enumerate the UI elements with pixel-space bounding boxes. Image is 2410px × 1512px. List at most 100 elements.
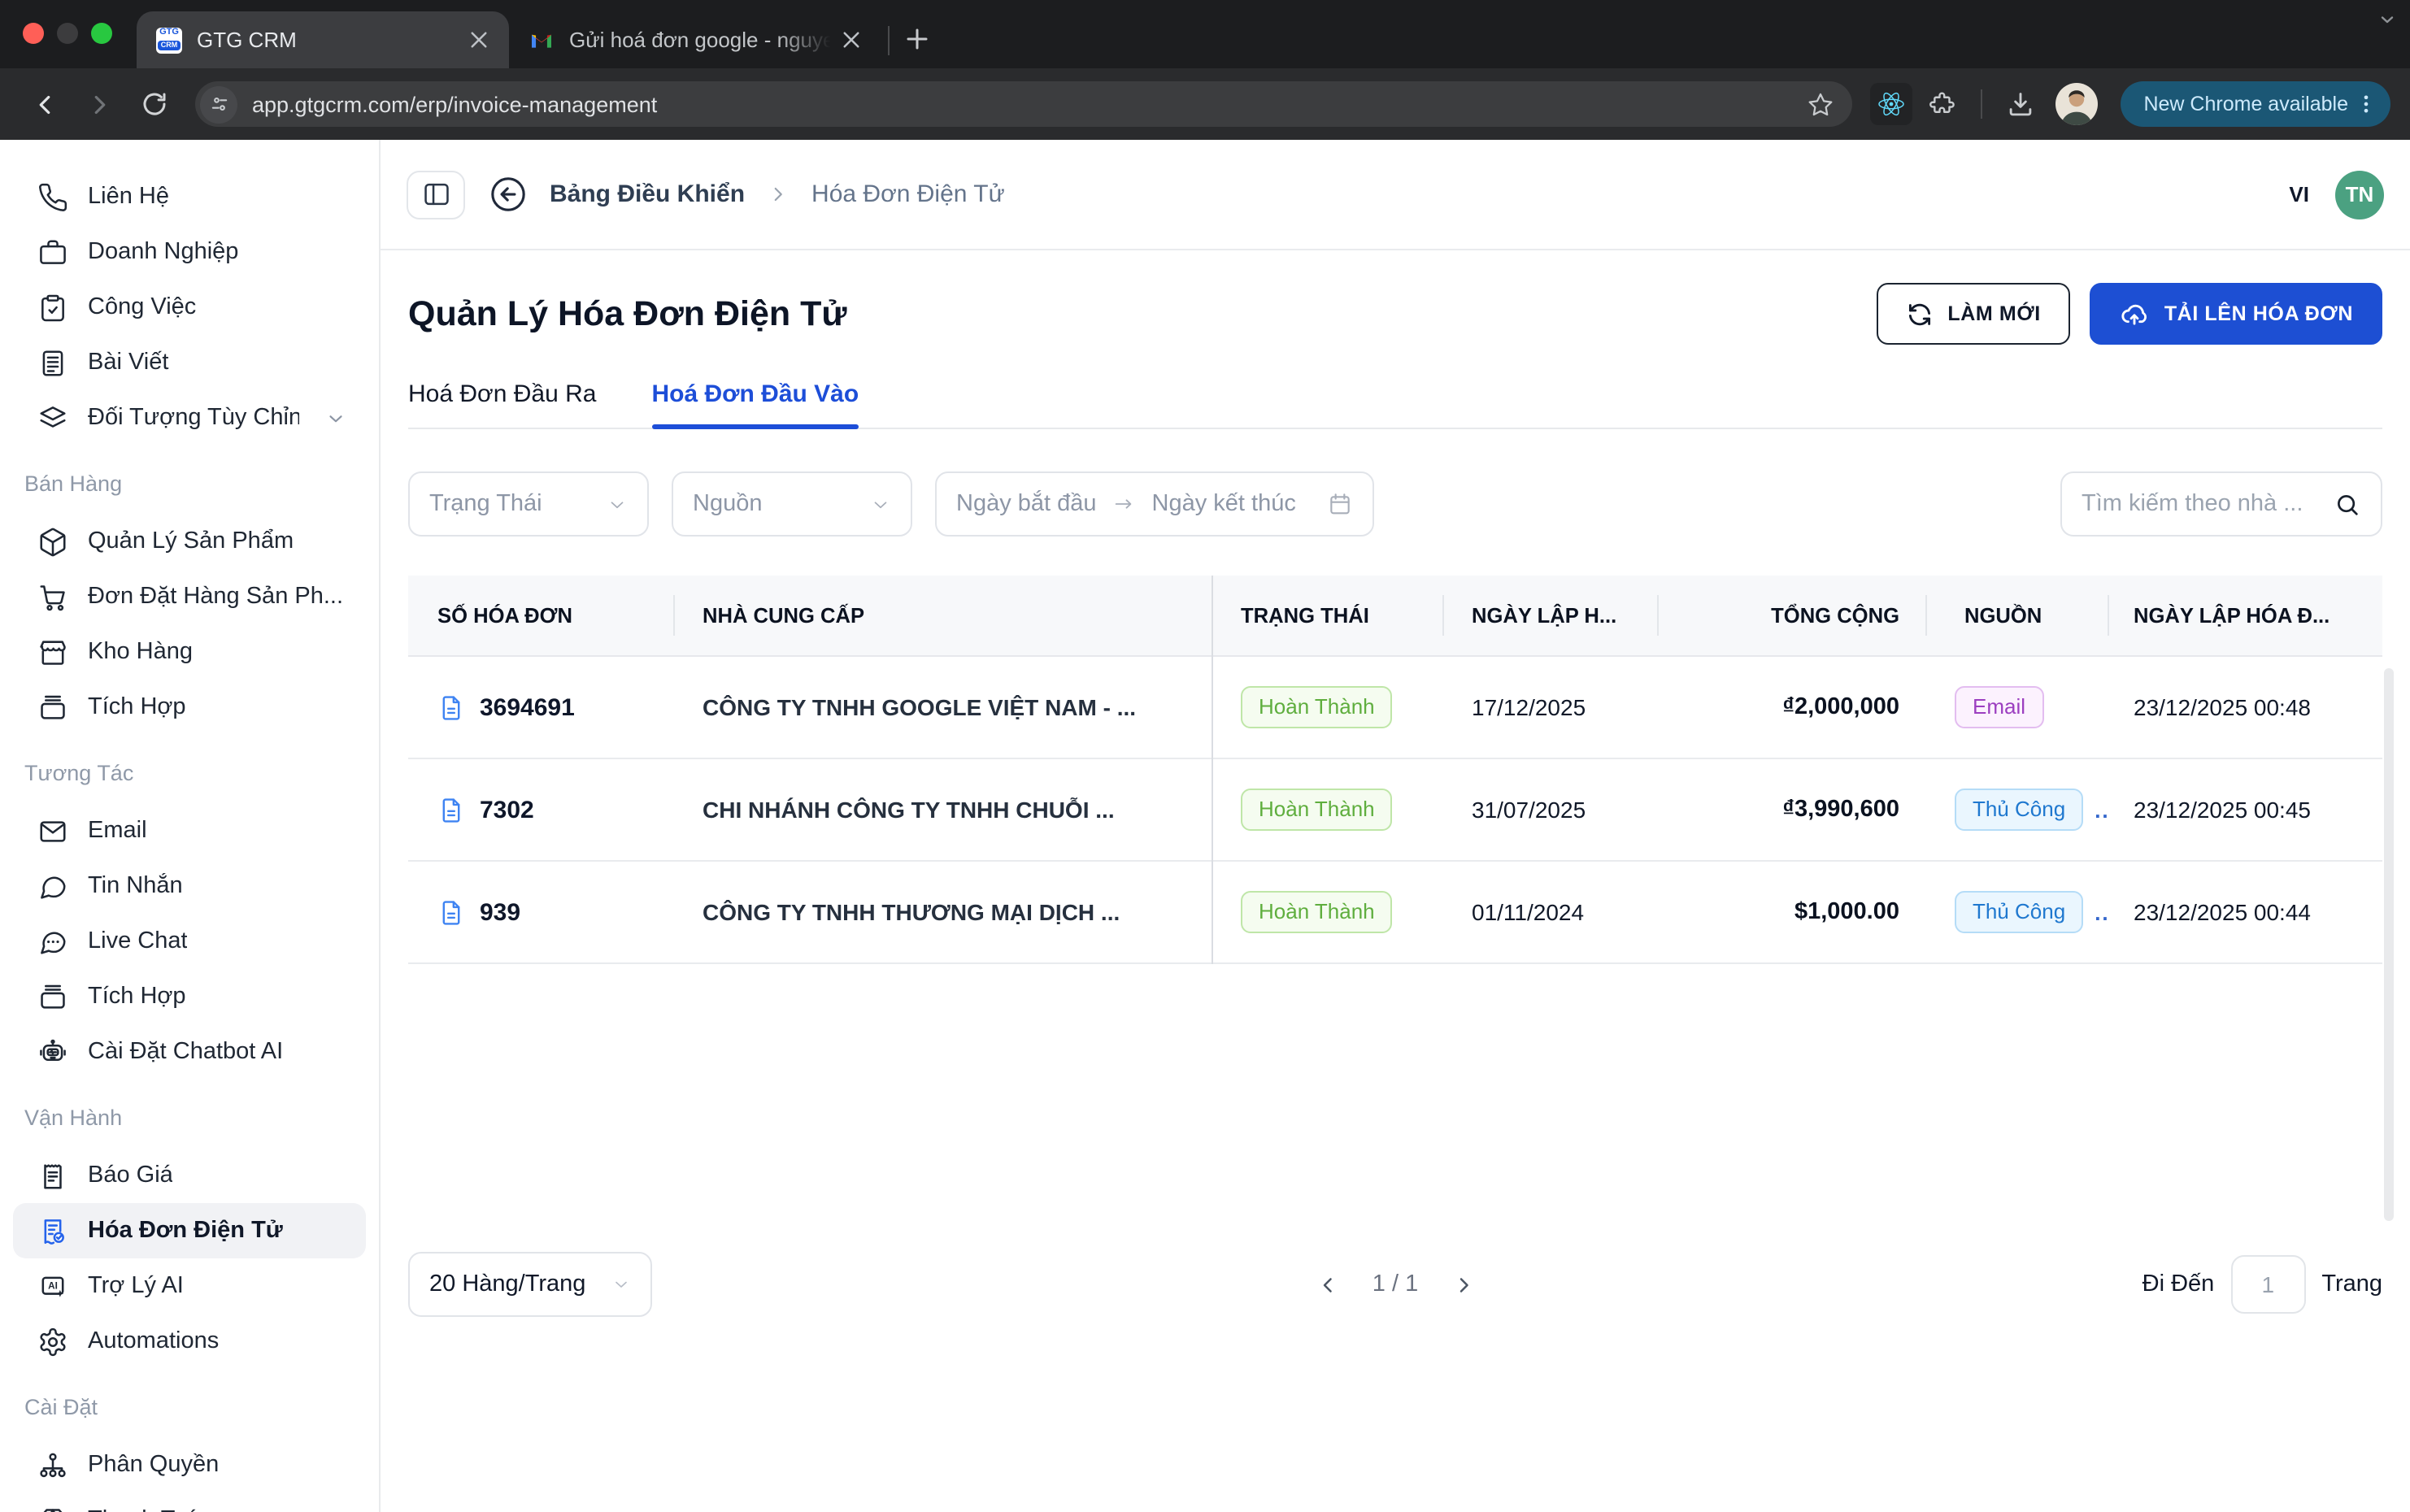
tab-output-invoices[interactable]: Hoá Đơn Đầu Ra <box>408 380 596 428</box>
sidebar-item-tich-hop-2[interactable]: Tích Hợp <box>13 969 366 1024</box>
downloads-icon[interactable] <box>1997 81 2042 127</box>
sidebar-item-don-dat-hang[interactable]: Đơn Đặt Hàng Sản Ph... <box>13 569 366 624</box>
clipboard-check-icon <box>37 292 68 323</box>
column-header-status[interactable]: TRẠNG THÁI <box>1212 576 1442 655</box>
close-tab-icon[interactable] <box>836 25 865 54</box>
react-devtools-icon[interactable] <box>1868 81 1914 127</box>
sidebar-item-cong-viec[interactable]: Công Việc <box>13 280 366 335</box>
new-tab-button[interactable] <box>896 18 938 60</box>
sidebar-toggle-button[interactable] <box>407 170 465 219</box>
language-switcher[interactable]: VI <box>2289 182 2309 206</box>
goto-page-input[interactable] <box>2230 1255 2306 1314</box>
sidebar-item-label: Liên Hệ <box>88 184 169 210</box>
goto-page-suffix: Trang <box>2321 1271 2382 1297</box>
search-input[interactable] <box>2082 491 2334 517</box>
page-size-select[interactable]: 20 Hàng/Trang <box>408 1252 652 1317</box>
created-at-cell: 23/12/2025 00:44 <box>2134 899 2311 925</box>
sidebar-item-phan-quyen[interactable]: Phân Quyền <box>13 1437 366 1492</box>
sidebar-item-label: Phân Quyền <box>88 1452 220 1478</box>
user-avatar[interactable]: TN <box>2335 170 2384 219</box>
date-end-placeholder: Ngày kết thúc <box>1151 491 1296 517</box>
bookmark-star-icon[interactable] <box>1797 81 1842 127</box>
sidebar-item-email[interactable]: Email <box>13 803 366 858</box>
status-filter-placeholder: Trạng Thái <box>429 491 542 517</box>
pinned-column-divider <box>1212 576 1213 964</box>
column-header-issue-date[interactable]: NGÀY LẬP H... <box>1442 576 1657 655</box>
back-button[interactable] <box>486 173 529 215</box>
source-badge: Email <box>1955 685 2044 729</box>
search-container <box>2060 471 2382 537</box>
refresh-button[interactable]: LÀM MỚI <box>1876 283 2070 345</box>
sidebar-item-automations[interactable]: Automations <box>13 1314 366 1369</box>
reload-icon[interactable] <box>130 80 179 128</box>
close-window-button[interactable] <box>23 23 44 44</box>
source-badge: Thủ Công <box>1955 788 2084 832</box>
file-icon <box>437 898 465 926</box>
search-icon[interactable] <box>2334 490 2361 518</box>
filter-bar: Trạng Thái Nguồn Ngày bắt đầu Ngày kết t… <box>408 471 2382 537</box>
source-cell: Email <box>1925 657 2108 758</box>
receipt-icon <box>37 1160 68 1191</box>
invoice-row[interactable]: 7302 CHI NHÁNH CÔNG TY TNHH CHUỖI ... Ho… <box>408 759 2382 862</box>
store-icon <box>37 637 68 667</box>
source-filter-placeholder: Nguồn <box>693 491 763 517</box>
tab-gmail[interactable]: Gửi hoá đơn google - nguyen <box>509 11 881 68</box>
upload-invoice-button[interactable]: TẢI LÊN HÓA ĐƠN <box>2089 283 2382 345</box>
url-bar[interactable]: app.gtgcrm.com/erp/invoice-management <box>195 81 1853 127</box>
invoice-row[interactable]: 3694691 CÔNG TY TNHH GOOGLE VIỆT NAM - .… <box>408 657 2382 759</box>
minimize-window-button[interactable] <box>57 23 78 44</box>
sidebar-item-hoa-don-dien-tu[interactable]: Hóa Đơn Điện Tử <box>13 1203 366 1258</box>
back-icon[interactable] <box>20 80 68 128</box>
sidebar-item-live-chat[interactable]: Live Chat <box>13 914 366 969</box>
close-tab-icon[interactable] <box>463 25 493 54</box>
sidebar-item-doi-tuong-tuy-chinh[interactable]: Đối Tượng Tùy Chỉnh <box>13 390 366 445</box>
column-header-supplier[interactable]: NHÀ CUNG CẤP <box>673 576 1212 655</box>
sidebar-item-doanh-nghiep[interactable]: Doanh Nghiệp <box>13 224 366 280</box>
sidebar-item-bao-gia[interactable]: Báo Giá <box>13 1148 366 1203</box>
date-range-picker[interactable]: Ngày bắt đầu Ngày kết thúc <box>935 471 1374 537</box>
page-size-label: 20 Hàng/Trang <box>429 1271 586 1297</box>
status-filter-select[interactable]: Trạng Thái <box>408 471 649 537</box>
chrome-update-button[interactable]: New Chrome available <box>2121 81 2390 127</box>
browser-menu-icon[interactable] <box>2348 86 2384 122</box>
total-cell: ₫3,990,600 <box>1782 797 1899 823</box>
chevron-down-icon <box>870 493 891 515</box>
sidebar-item-label: Email <box>88 818 147 844</box>
sidebar-item-tro-ly-ai[interactable]: AI Trợ Lý AI <box>13 1258 366 1314</box>
sidebar-item-label: Báo Giá <box>88 1162 173 1188</box>
site-settings-icon[interactable] <box>200 85 237 123</box>
supplier-cell: CÔNG TY TNHH THƯƠNG MẠI DỊCH ... <box>703 899 1120 925</box>
forward-icon[interactable] <box>75 80 124 128</box>
sidebar-item-tich-hop-1[interactable]: Tích Hợp <box>13 680 366 735</box>
sidebar-item-quan-ly-san-pham[interactable]: Quản Lý Sản Phẩm <box>13 514 366 569</box>
zoom-window-button[interactable] <box>91 23 112 44</box>
sidebar-item-thanh-toan[interactable]: Thanh Toán <box>13 1492 366 1512</box>
next-page-icon[interactable] <box>1444 1265 1483 1304</box>
sidebar-item-lien-he[interactable]: Liên Hệ <box>13 169 366 224</box>
column-header-created-at[interactable]: NGÀY LẬP HÓA Đ... <box>2108 576 2382 655</box>
sidebar-item-label: Bài Viết <box>88 350 169 376</box>
breadcrumb-dashboard[interactable]: Bảng Điều Khiển <box>550 180 745 208</box>
url-text: app.gtgcrm.com/erp/invoice-management <box>252 92 658 116</box>
extensions-puzzle-icon[interactable] <box>1921 81 1966 127</box>
sidebar-item-kho-hang[interactable]: Kho Hàng <box>13 624 366 680</box>
tab-input-invoices[interactable]: Hoá Đơn Đầu Vào <box>651 380 859 429</box>
tab-gtg-crm[interactable]: GTG CRM GTG CRM <box>137 11 509 68</box>
source-badge: Thủ Công <box>1955 890 2084 934</box>
column-header-total[interactable]: TỔNG CỘNG <box>1657 576 1925 655</box>
source-filter-select[interactable]: Nguồn <box>672 471 912 537</box>
tab-title: GTG CRM <box>197 28 297 52</box>
prev-page-icon[interactable] <box>1307 1265 1346 1304</box>
calendar-icon <box>1327 491 1353 517</box>
profile-avatar[interactable] <box>2055 83 2099 125</box>
total-cell: $1,000.00 <box>1794 899 1899 925</box>
pagination-bar: 20 Hàng/Trang 1 / 1 Đi Đến Trang <box>408 1249 2382 1320</box>
invoice-row[interactable]: 939 CÔNG TY TNHH THƯƠNG MẠI DỊCH ... Hoà… <box>408 862 2382 964</box>
sidebar-item-chatbot-ai[interactable]: Cài Đặt Chatbot AI <box>13 1024 366 1080</box>
sidebar-item-tin-nhan[interactable]: Tin Nhắn <box>13 858 366 914</box>
tab-search-chevron-icon[interactable] <box>2377 10 2397 29</box>
column-header-invoice-no[interactable]: SỐ HÓA ĐƠN <box>408 576 673 655</box>
column-header-source[interactable]: NGUỒN <box>1925 576 2108 655</box>
table-scrollbar[interactable] <box>2384 668 2394 1221</box>
sidebar-item-bai-viet[interactable]: Bài Viết <box>13 335 366 390</box>
